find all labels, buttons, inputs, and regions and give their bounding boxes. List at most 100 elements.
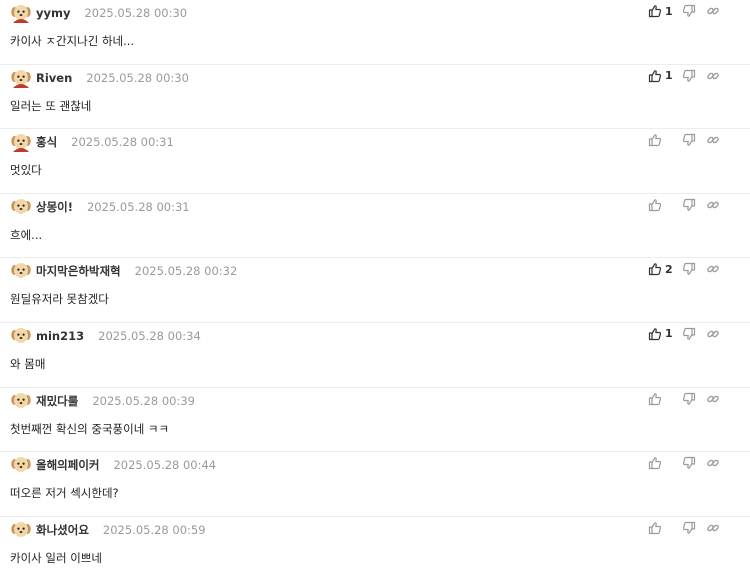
comment-author[interactable]: 올해의페이커	[36, 457, 99, 473]
comment-date: 2025.05.28 00:34	[98, 328, 201, 343]
comment-meta: 홍식 2025.05.28 00:31	[10, 132, 174, 153]
comment-item: 상몽이! 2025.05.28 00:31 흐에...	[0, 194, 750, 259]
comment-actions	[648, 392, 720, 406]
share-link-button[interactable]	[706, 69, 720, 83]
like-count: 1	[665, 327, 673, 341]
like-button[interactable]	[648, 198, 682, 212]
share-link-button[interactable]	[706, 327, 720, 341]
comment-item: yymy 2025.05.28 00:30 카이사 ㅈ간지나긴 하네... 1	[0, 0, 750, 65]
like-count: 1	[665, 4, 673, 18]
like-button[interactable]: 2	[648, 262, 682, 276]
comment-date: 2025.05.28 00:39	[92, 393, 195, 408]
comment-actions: 1	[648, 327, 720, 341]
dog-avatar-icon[interactable]	[10, 455, 32, 475]
dislike-button[interactable]	[682, 4, 706, 18]
link-icon	[706, 4, 720, 18]
dislike-button[interactable]	[682, 69, 706, 83]
comment-meta: yymy 2025.05.28 00:30	[10, 3, 187, 23]
comment-author[interactable]: min213	[36, 329, 84, 343]
like-button[interactable]	[648, 133, 682, 147]
comment-list: yymy 2025.05.28 00:30 카이사 ㅈ간지나긴 하네... 1	[0, 0, 750, 581]
comment-author[interactable]: 화나셨어요	[36, 522, 89, 538]
dog-avatar-icon[interactable]	[10, 326, 32, 346]
comment-author[interactable]: 상몽이!	[36, 199, 73, 215]
comment-author[interactable]: 마지막은하박재혁	[36, 263, 121, 279]
comment-actions: 1	[648, 69, 720, 83]
link-icon	[706, 521, 720, 535]
comment-text: 카이사 일러 이쁘네	[10, 550, 102, 565]
comment-author[interactable]: yymy	[36, 6, 70, 20]
comment-meta: Riven 2025.05.28 00:30	[10, 68, 189, 88]
dislike-button[interactable]	[682, 262, 706, 276]
dislike-button[interactable]	[682, 392, 706, 406]
comment-text: 떠오른 저거 섹시한데?	[10, 486, 119, 501]
comment-text: 일러는 또 괜찮네	[10, 98, 92, 113]
comment-item: 마지막은하박재혁 2025.05.28 00:32 원딜유저라 못참겠다 2	[0, 258, 750, 323]
comment-author[interactable]: 재밌다룰	[36, 393, 78, 409]
comment-date: 2025.05.28 00:30	[86, 70, 189, 85]
like-button[interactable]	[648, 392, 682, 406]
dislike-button[interactable]	[682, 198, 706, 212]
comment-text: 멋있다	[10, 163, 42, 178]
share-link-button[interactable]	[706, 198, 720, 212]
thumbs-down-icon	[682, 521, 696, 535]
thumbs-up-icon	[648, 198, 662, 212]
dog-avatar-icon[interactable]	[10, 520, 32, 540]
dislike-button[interactable]	[682, 133, 706, 147]
thumbs-up-icon	[648, 133, 662, 147]
dislike-button[interactable]	[682, 521, 706, 535]
comment-date: 2025.05.28 00:30	[84, 6, 188, 20]
dog-avatar-icon[interactable]	[10, 391, 32, 411]
like-button[interactable]: 1	[648, 4, 682, 18]
comment-item: 화나셨어요 2025.05.28 00:59 카이사 일러 이쁘네	[0, 517, 750, 581]
thumbs-down-icon	[682, 456, 696, 470]
thumbs-down-icon	[682, 133, 696, 147]
thumbs-down-icon	[682, 327, 696, 341]
share-link-button[interactable]	[706, 4, 720, 18]
share-link-button[interactable]	[706, 262, 720, 276]
comment-meta: 상몽이! 2025.05.28 00:31	[10, 197, 190, 217]
like-button[interactable]: 1	[648, 327, 682, 341]
comment-actions	[648, 133, 720, 147]
comment-date: 2025.05.28 00:31	[71, 135, 174, 150]
dislike-button[interactable]	[682, 456, 706, 470]
link-icon	[706, 69, 720, 83]
comment-item: 올해의페이커 2025.05.28 00:44 떠오른 저거 섹시한데?	[0, 452, 750, 517]
like-count: 1	[665, 69, 673, 83]
link-icon	[706, 392, 720, 406]
like-button[interactable]	[648, 456, 682, 470]
dog-avatar-icon[interactable]	[10, 68, 32, 88]
dislike-button[interactable]	[682, 327, 706, 341]
thumbs-up-icon	[648, 327, 662, 341]
comment-author[interactable]: Riven	[36, 71, 72, 85]
share-link-button[interactable]	[706, 521, 720, 535]
thumbs-down-icon	[682, 392, 696, 406]
share-link-button[interactable]	[706, 456, 720, 470]
link-icon	[706, 133, 720, 147]
comment-meta: 올해의페이커 2025.05.28 00:44	[10, 455, 216, 475]
comment-meta: 재밌다룰 2025.05.28 00:39	[10, 391, 195, 411]
link-icon	[706, 327, 720, 341]
thumbs-up-icon	[648, 521, 662, 535]
thumbs-down-icon	[682, 262, 696, 276]
share-link-button[interactable]	[706, 133, 720, 147]
comment-actions	[648, 198, 720, 212]
dog-avatar-icon[interactable]	[10, 3, 32, 23]
comment-item: 홍식 2025.05.28 00:31 멋있다	[0, 129, 750, 194]
like-button[interactable]: 1	[648, 69, 682, 83]
dog-avatar-icon[interactable]	[10, 197, 32, 217]
like-button[interactable]	[648, 521, 682, 535]
dog-avatar-icon[interactable]	[10, 261, 32, 281]
thumbs-down-icon	[682, 4, 696, 18]
link-icon	[706, 198, 720, 212]
link-icon	[706, 456, 720, 470]
comment-date: 2025.05.28 00:44	[113, 458, 217, 473]
thumbs-up-icon	[648, 69, 662, 83]
dog-avatar-icon[interactable]	[10, 132, 32, 153]
share-link-button[interactable]	[706, 392, 720, 406]
comment-item: min213 2025.05.28 00:34 와 몸매 1	[0, 323, 750, 388]
thumbs-down-icon	[682, 198, 696, 212]
comment-text: 흐에...	[10, 227, 43, 242]
comment-author[interactable]: 홍식	[36, 134, 57, 150]
thumbs-up-icon	[648, 4, 662, 18]
